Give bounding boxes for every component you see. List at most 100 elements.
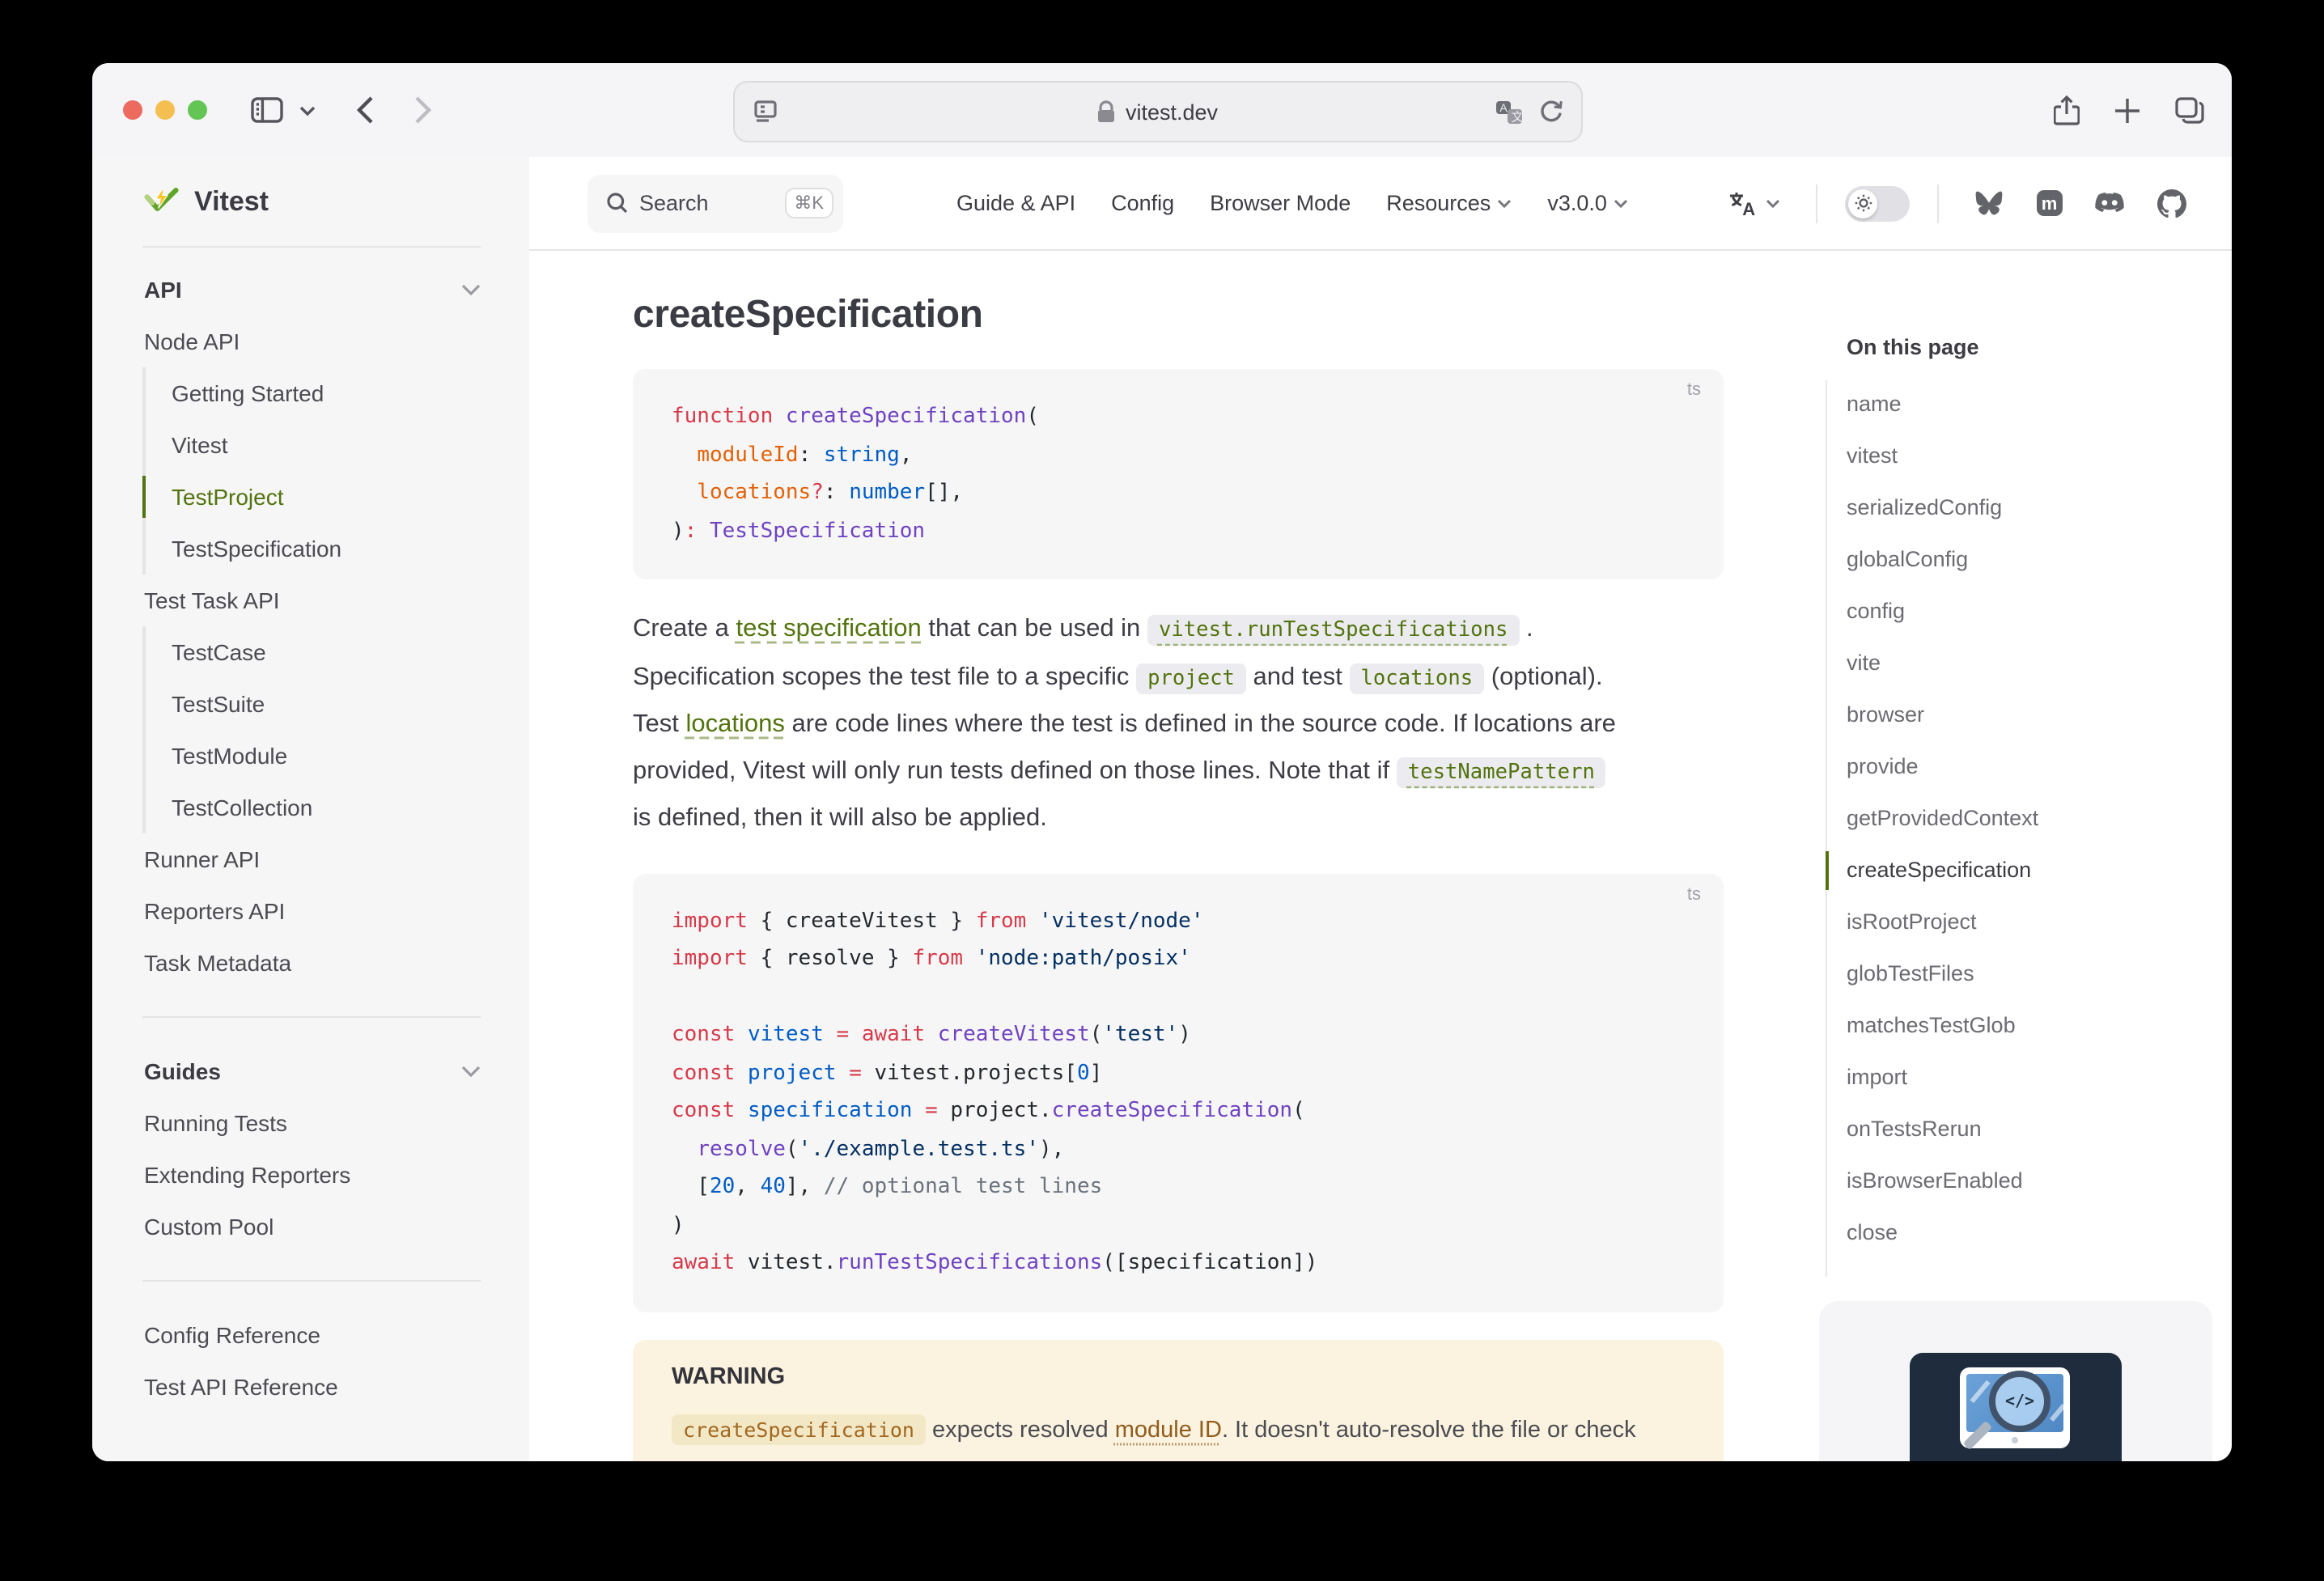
back-button[interactable]: [356, 63, 374, 157]
translate-icon[interactable]: A: [1728, 190, 1758, 216]
sidebar-item-task-metadata[interactable]: Task Metadata: [92, 937, 529, 989]
toc-item-name[interactable]: name: [1826, 379, 2232, 430]
sidebar-item-vitest[interactable]: Vitest: [146, 419, 529, 471]
new-tab-icon[interactable]: [2114, 96, 2141, 124]
zoom-window-button[interactable]: [188, 100, 207, 120]
sidebar-item-runner-api[interactable]: Runner API: [92, 833, 529, 885]
toc-item-config[interactable]: config: [1826, 586, 2232, 638]
nav-config[interactable]: Config: [1111, 191, 1174, 215]
sidebar-item-testcollection[interactable]: TestCollection: [146, 782, 529, 833]
link-test-specification[interactable]: test specification: [736, 615, 922, 642]
sidebar-item-testproject[interactable]: TestProject: [146, 471, 529, 523]
sidebar-item-testmodule[interactable]: TestModule: [146, 730, 529, 782]
description-paragraph: Create a test specification that can be …: [633, 607, 1724, 842]
link-locations[interactable]: locations: [685, 710, 784, 738]
sidebar-item-running-tests[interactable]: Running Tests: [92, 1097, 529, 1149]
sidebar-subgroup: TestCaseTestSuiteTestModuleTestCollectio…: [142, 626, 529, 833]
toc-item-close[interactable]: close: [1826, 1207, 2232, 1259]
main-nav: Guide & API Config Browser Mode Resources v3…: [956, 191, 1628, 215]
search-label: Search: [639, 191, 773, 215]
search-icon: [607, 193, 628, 214]
sidebar: Vitest APINode APIGetting StartedVitestT…: [92, 157, 529, 1461]
sidebar-item-testspecification[interactable]: TestSpecification: [146, 523, 529, 574]
tab-overview-icon[interactable]: [2175, 96, 2204, 124]
sidebar-section-divider: [142, 1280, 481, 1282]
sidebar-item-test-task-api[interactable]: Test Task API: [92, 574, 529, 626]
toc-item-vite[interactable]: vite: [1826, 638, 2232, 689]
promo-card[interactable]: </>: [1819, 1301, 2212, 1461]
translate-page-icon[interactable]: A文: [1495, 83, 1523, 141]
address-bar[interactable]: vitest.dev A文: [733, 81, 1583, 142]
lock-icon: [1098, 100, 1116, 123]
toc-item-ontestsrerun[interactable]: onTestsRerun: [1826, 1104, 2232, 1155]
text: Specification scopes the test file to a …: [633, 663, 1136, 690]
inline-code: createSpecification: [672, 1414, 926, 1444]
link-module-id[interactable]: module ID: [1115, 1417, 1222, 1443]
sidebar-item-getting-started[interactable]: Getting Started: [146, 367, 529, 419]
theme-toggle[interactable]: [1845, 185, 1910, 221]
toc-item-serializedconfig[interactable]: serializedConfig: [1826, 482, 2232, 534]
nav-guide-api[interactable]: Guide & API: [956, 191, 1075, 215]
toc-item-isbrowserenabled[interactable]: isBrowserEnabled: [1826, 1155, 2232, 1207]
reload-icon[interactable]: [1539, 83, 1563, 141]
sidebar-item-custom-pool[interactable]: Custom Pool: [92, 1201, 529, 1253]
sidebar-item-extending-reporters[interactable]: Extending Reporters: [92, 1149, 529, 1201]
sidebar-section-guides[interactable]: Guides: [92, 1045, 529, 1097]
text: are code lines where the test is defined…: [785, 710, 1616, 738]
forward-button[interactable]: [414, 63, 432, 157]
code-block-example: ts import { createVitest } from 'vitest/…: [633, 873, 1724, 1312]
toc-item-matchestestglob[interactable]: matchesTestGlob: [1826, 1000, 2232, 1052]
warning-line: that it exists on the file system.: [672, 1454, 1685, 1461]
sidebar-subgroup: Getting StartedVitestTestProjectTestSpec…: [142, 367, 529, 574]
sidebar-toggle-icon[interactable]: [251, 63, 283, 157]
toc-item-getprovidedcontext[interactable]: getProvidedContext: [1826, 793, 2232, 845]
search-input[interactable]: Search ⌘K: [587, 174, 843, 232]
warning-title: WARNING: [672, 1363, 1685, 1389]
doc-content: createSpecification ts function createSp…: [633, 249, 1724, 1461]
text: Test: [633, 710, 685, 738]
sidebar-item-node-api[interactable]: Node API: [92, 316, 529, 367]
toc-item-browser[interactable]: browser: [1826, 689, 2232, 741]
toc-list: namevitestserializedConfigglobalConfigco…: [1826, 379, 2232, 1259]
code-search-illustration: </>: [1910, 1353, 2122, 1461]
browser-toolbar: vitest.dev A文: [92, 63, 2232, 159]
toc-item-import[interactable]: import: [1826, 1052, 2232, 1104]
minimize-window-button[interactable]: [155, 100, 175, 120]
nav-resources[interactable]: Resources: [1386, 191, 1512, 215]
sidebar-item-config-reference[interactable]: Config Reference: [92, 1309, 529, 1361]
discord-icon[interactable]: [2094, 191, 2125, 215]
svg-text:A: A: [1499, 100, 1508, 113]
toc-title: On this page: [1847, 335, 1979, 359]
header-divider: [1937, 184, 1939, 223]
github-icon[interactable]: [2157, 189, 2186, 218]
toc-item-provide[interactable]: provide: [1826, 741, 2232, 793]
sidebar-section-api[interactable]: API: [92, 264, 529, 316]
toc-item-globalconfig[interactable]: globalConfig: [1826, 534, 2232, 586]
brand[interactable]: Vitest: [92, 157, 529, 246]
close-window-button[interactable]: [123, 100, 142, 120]
inline-code-link-vitest-runtestspecifications[interactable]: vitest.runTestSpecifications: [1147, 615, 1519, 646]
bluesky-icon[interactable]: [1974, 190, 2004, 216]
toc-item-vitest[interactable]: vitest: [1826, 430, 2232, 482]
toc-item-createspecification[interactable]: createSpecification: [1826, 845, 2232, 896]
inline-code: project: [1136, 663, 1246, 693]
sidebar-item-testcase[interactable]: TestCase: [146, 626, 529, 678]
vitest-logo-icon: [144, 186, 180, 217]
text: expects resolved: [926, 1417, 1115, 1443]
code-lang-badge: ts: [1687, 884, 1701, 904]
sidebar-item-reporters-api[interactable]: Reporters API: [92, 885, 529, 937]
sidebar-item-testsuite[interactable]: TestSuite: [146, 678, 529, 730]
inline-code-link-testnamepattern[interactable]: testNamePattern: [1397, 757, 1606, 787]
code-lang-badge: ts: [1687, 380, 1701, 400]
code: function createSpecification( moduleId: …: [672, 398, 1685, 550]
mastodon-icon[interactable]: m: [2036, 189, 2063, 217]
toolbar-chevron-down-icon[interactable]: [299, 63, 316, 157]
browser-window: vitest.dev A文: [92, 63, 2232, 1461]
toc-item-isrootproject[interactable]: isRootProject: [1826, 896, 2232, 948]
share-icon[interactable]: [2054, 95, 2080, 125]
toc-item-globtestfiles[interactable]: globTestFiles: [1826, 948, 2232, 1000]
nav-browser-mode[interactable]: Browser Mode: [1210, 191, 1351, 215]
nav-v3-0-0[interactable]: v3.0.0: [1547, 191, 1628, 215]
translate-chevron-down-icon[interactable]: [1766, 198, 1780, 208]
sidebar-item-test-api-reference[interactable]: Test API Reference: [92, 1361, 529, 1413]
